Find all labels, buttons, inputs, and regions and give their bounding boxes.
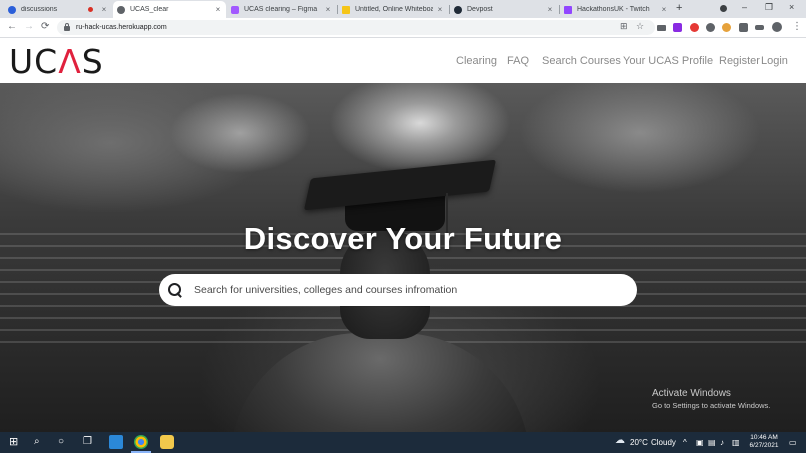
tab-close-icon[interactable]: × [546, 5, 554, 14]
browser-toolbar: ← → ⟳ ru-hack-ucas.herokuapp.com ⊞ ☆ ⋮ [0, 18, 806, 38]
watermark-subtitle: Go to Settings to activate Windows. [652, 401, 771, 410]
tab-twitch[interactable]: HackathonsUK - Twitch × [560, 1, 672, 18]
tab-title: HackathonsUK - Twitch [577, 6, 650, 13]
profile-avatar-icon[interactable] [772, 22, 782, 32]
reload-button[interactable]: ⟳ [41, 21, 49, 32]
tab-ucas-clear[interactable]: UCAS_clear × [113, 1, 226, 18]
watermark-title: Activate Windows [652, 388, 731, 399]
nav-clearing[interactable]: Clearing [456, 55, 497, 67]
figma-favicon-icon [231, 5, 239, 14]
ucas-logo[interactable]: UCΛS [9, 42, 104, 81]
tab-figma[interactable]: UCAS clearing – Figma × [227, 1, 336, 18]
tab-close-icon[interactable]: × [324, 5, 332, 14]
tab-title: Devpost [467, 6, 493, 13]
notifications-icon[interactable]: ▭ [789, 438, 797, 447]
weather-text[interactable]: Cloudy [651, 438, 676, 447]
task-view-icon[interactable]: ❐ [83, 436, 92, 447]
logo-text: UC [9, 42, 59, 81]
tab-title: UCAS clearing – Figma [244, 6, 318, 13]
windows-start-icon[interactable]: ⊞ [9, 435, 18, 448]
tab-close-icon[interactable]: × [436, 5, 444, 14]
app-icon[interactable] [109, 435, 123, 449]
url-text: ru-hack-ucas.herokuapp.com [76, 24, 167, 31]
new-tab-button[interactable]: + [676, 2, 682, 14]
weather-temp[interactable]: 20°C [630, 438, 648, 447]
tab-search-icon[interactable] [720, 5, 727, 12]
system-clock[interactable]: 10:46 AM 6/27/2021 [744, 434, 784, 450]
tab-devpost[interactable]: Devpost × [450, 1, 558, 18]
windows-taskbar: ⊞ ⌕ ○ ❐ ☁ 20°C Cloudy ^ ▣ ▤ ♪ ▥ 10:46 AM… [0, 432, 806, 453]
cloud-weather-icon[interactable]: ☁ [615, 435, 625, 446]
chevron-up-icon[interactable]: ^ [683, 438, 687, 447]
browser-tab-strip: discussions × UCAS_clear × UCAS clearing… [0, 0, 806, 18]
whiteboard-favicon-icon [342, 5, 350, 14]
discussions-favicon-icon [8, 5, 16, 14]
forward-button[interactable]: → [24, 21, 34, 32]
tab-title: Untitled, Online Whiteboar [355, 6, 433, 13]
nav-faq[interactable]: FAQ [507, 55, 529, 67]
network-icon[interactable]: ▤ [708, 438, 716, 447]
address-bar[interactable]: ru-hack-ucas.herokuapp.com [57, 20, 655, 35]
recording-icon [88, 7, 93, 12]
logo-text: S [81, 42, 104, 81]
tab-close-icon[interactable]: × [214, 5, 222, 14]
search-input[interactable] [194, 284, 624, 296]
extension-icon[interactable] [690, 23, 699, 32]
lock-icon[interactable] [64, 23, 70, 31]
tab-whiteboard[interactable]: Untitled, Online Whiteboar × [338, 1, 448, 18]
globe-favicon-icon [117, 5, 125, 14]
tab-title: UCAS_clear [130, 6, 169, 13]
extension-icon[interactable] [706, 23, 715, 32]
hero-section: Discover Your Future Activate Windows Go… [0, 83, 806, 432]
clock-date: 6/27/2021 [749, 442, 779, 449]
tab-title: discussions [21, 6, 58, 13]
nav-search-courses[interactable]: Search Courses [542, 55, 621, 67]
volume-icon[interactable]: ♪ [720, 438, 724, 447]
nav-register[interactable]: Register [719, 55, 760, 67]
extension-icon[interactable] [673, 23, 682, 32]
language-icon[interactable]: ▥ [732, 438, 740, 447]
twitch-favicon-icon [564, 5, 572, 14]
nav-ucas-profile[interactable]: Your UCAS Profile [623, 55, 713, 67]
minimize-button[interactable]: – [742, 2, 747, 12]
tab-close-icon[interactable]: × [660, 5, 668, 14]
bookmark-star-icon[interactable]: ☆ [636, 21, 644, 32]
puzzle-extensions-icon[interactable] [739, 23, 748, 32]
activate-windows-watermark: Activate Windows Go to Settings to activ… [652, 388, 770, 410]
mail-extension-icon[interactable] [657, 25, 666, 31]
hero-title: Discover Your Future [243, 221, 563, 256]
browser-menu-icon[interactable]: ⋮ [792, 21, 802, 32]
search-bar[interactable] [159, 274, 637, 306]
nav-login[interactable]: Login [761, 55, 788, 67]
back-button[interactable]: ← [7, 21, 17, 32]
logo-accent: Λ [58, 42, 82, 81]
reading-list-icon[interactable] [755, 25, 764, 30]
tab-close-icon[interactable]: × [100, 5, 108, 14]
qr-code-icon[interactable]: ⊞ [620, 21, 628, 32]
tab-discussions[interactable]: discussions × [4, 1, 112, 18]
search-icon[interactable]: ⌕ [34, 436, 40, 447]
tray-app-icon[interactable]: ▣ [696, 438, 704, 447]
devpost-favicon-icon [454, 5, 462, 14]
clock-time: 10:46 AM [750, 434, 778, 441]
cortana-icon[interactable]: ○ [58, 436, 64, 447]
close-window-button[interactable]: × [789, 2, 794, 12]
file-explorer-icon[interactable] [160, 435, 174, 449]
chrome-icon[interactable] [134, 435, 148, 449]
site-header: UCΛS Clearing FAQ Search Courses Your UC… [0, 38, 806, 83]
search-icon[interactable] [168, 283, 182, 297]
extension-icon[interactable] [722, 23, 731, 32]
maximize-button[interactable]: ❐ [765, 2, 773, 13]
